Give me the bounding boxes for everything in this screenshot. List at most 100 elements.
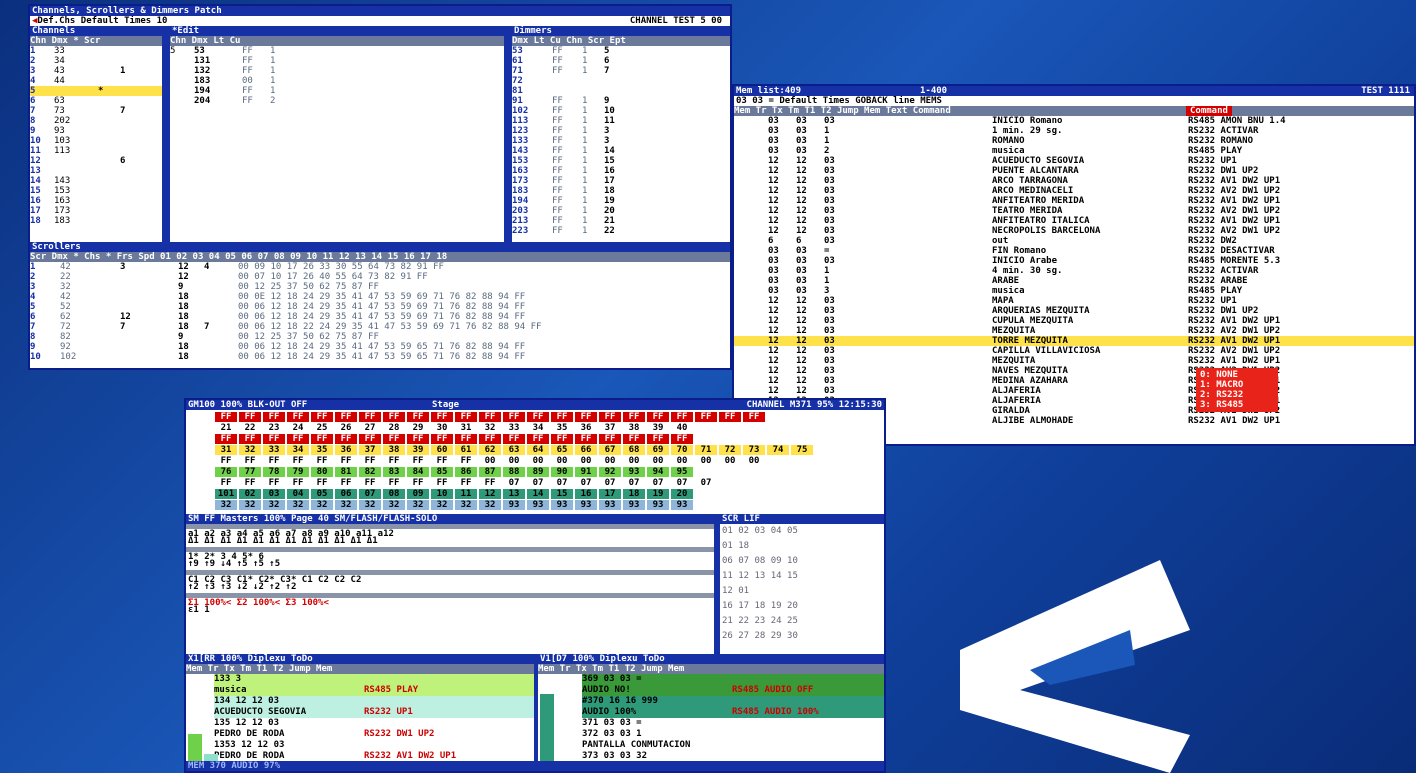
- stage-cell[interactable]: 81: [335, 467, 357, 477]
- stage-cell[interactable]: 93: [575, 500, 597, 510]
- stage-cell[interactable]: FF: [215, 478, 237, 488]
- stage-cell[interactable]: FF: [215, 412, 237, 422]
- stage-cell[interactable]: FF: [263, 456, 285, 466]
- stage-cell[interactable]: 80: [311, 467, 333, 477]
- channel-row[interactable]: 1 33: [30, 46, 162, 56]
- edit-row[interactable]: 131 FF 1: [170, 56, 504, 66]
- channel-row[interactable]: 17 173: [30, 206, 162, 216]
- stage-cell[interactable]: 07: [551, 478, 573, 488]
- stage-cell[interactable]: FF: [287, 412, 309, 422]
- stage-cell[interactable]: FF: [575, 412, 597, 422]
- stage-cell[interactable]: FF: [647, 412, 669, 422]
- scroller-row[interactable]: 6 62 12 18 00 06 12 18 24 29 35 41 47 53 59 …: [30, 312, 730, 322]
- stage-cell[interactable]: FF: [287, 478, 309, 488]
- stage-cell[interactable]: 94: [647, 467, 669, 477]
- channel-row[interactable]: 9 93: [30, 126, 162, 136]
- stage-cell[interactable]: 36: [575, 423, 597, 433]
- stage-cell[interactable]: 32: [335, 500, 357, 510]
- stage-cell[interactable]: 93: [623, 467, 645, 477]
- stage-cell[interactable]: 32: [359, 500, 381, 510]
- stage-cell[interactable]: FF: [503, 434, 525, 444]
- stage-cell[interactable]: 16: [575, 489, 597, 499]
- channel-row[interactable]: 3 43 1: [30, 66, 162, 76]
- stage-cell[interactable]: 72: [719, 445, 741, 455]
- stage-cell[interactable]: 93: [503, 500, 525, 510]
- stage-cell[interactable]: 25: [311, 423, 333, 433]
- stage-cell[interactable]: 32: [239, 500, 261, 510]
- stage-cell[interactable]: 14: [527, 489, 549, 499]
- v-playback-row[interactable]: PANTALLA CONMUTACION: [582, 740, 884, 751]
- memory-row[interactable]: 12 12 03 CAPILLA VILLAVICIOSA RS232 AV2 DW1 …: [734, 346, 1414, 356]
- stage-cell[interactable]: 32: [263, 500, 285, 510]
- x-playback-row[interactable]: ACUEDUCTO SEGOVIA RS232 UP1: [214, 707, 534, 718]
- stage-cell[interactable]: 32: [311, 500, 333, 510]
- stage-cell[interactable]: 86: [455, 467, 477, 477]
- stage-cell[interactable]: 28: [383, 423, 405, 433]
- dimmer-row[interactable]: 194 FF 1 19: [512, 196, 730, 206]
- stage-cell[interactable]: 69: [647, 445, 669, 455]
- stage-cell[interactable]: 93: [527, 500, 549, 510]
- stage-cell[interactable]: 00: [743, 456, 765, 466]
- stage-cell[interactable]: FF: [503, 412, 525, 422]
- stage-cell[interactable]: 91: [575, 467, 597, 477]
- stage-cell[interactable]: FF: [311, 434, 333, 444]
- scroller-slot-row[interactable]: 26 27 28 29 30: [722, 629, 884, 644]
- stage-cell[interactable]: 32: [455, 500, 477, 510]
- memory-row[interactable]: 12 12 03 MEZQUITA RS232 AV1 DW2 UP1: [734, 356, 1414, 366]
- stage-cell[interactable]: FF: [383, 412, 405, 422]
- stage-cell[interactable]: FF: [311, 412, 333, 422]
- stage-cell[interactable]: FF: [359, 456, 381, 466]
- channel-row[interactable]: 18 183: [30, 216, 162, 226]
- stage-cell[interactable]: 66: [575, 445, 597, 455]
- stage-cell[interactable]: 00: [479, 456, 501, 466]
- stage-cell[interactable]: 76: [215, 467, 237, 477]
- stage-cell[interactable]: FF: [287, 456, 309, 466]
- dimmer-row[interactable]: 123 FF 1 3: [512, 126, 730, 136]
- stage-cell[interactable]: FF: [719, 412, 741, 422]
- stage-cell[interactable]: FF: [647, 434, 669, 444]
- stage-cell[interactable]: 13: [503, 489, 525, 499]
- stage-cell[interactable]: FF: [431, 434, 453, 444]
- edit-row[interactable]: 194 FF 1: [170, 86, 504, 96]
- stage-cell[interactable]: 71: [695, 445, 717, 455]
- stage-cell[interactable]: 07: [647, 478, 669, 488]
- stage-cell[interactable]: FF: [383, 456, 405, 466]
- stage-cell[interactable]: 07: [671, 478, 693, 488]
- scroller-slot-row[interactable]: 21 22 23 24 25: [722, 614, 884, 629]
- x-playback-row[interactable]: 134 12 12 03: [214, 696, 534, 707]
- stage-cell[interactable]: FF: [599, 434, 621, 444]
- dimmer-row[interactable]: 133 FF 1 3: [512, 136, 730, 146]
- stage-cell[interactable]: 83: [383, 467, 405, 477]
- stage-cell[interactable]: 35: [551, 423, 573, 433]
- edit-row[interactable]: 132 FF 1: [170, 66, 504, 76]
- channel-row[interactable]: 14 143: [30, 176, 162, 186]
- scroller-slot-row[interactable]: 16 17 18 19 20: [722, 599, 884, 614]
- stage-cell[interactable]: 07: [575, 478, 597, 488]
- stage-cell[interactable]: 32: [479, 423, 501, 433]
- stage-cell[interactable]: 00: [503, 456, 525, 466]
- stage-cell[interactable]: FF: [479, 434, 501, 444]
- stage-cell[interactable]: 07: [527, 478, 549, 488]
- stage-cell[interactable]: 00: [575, 456, 597, 466]
- memory-row[interactable]: 6 6 03 out RS232 DW2: [734, 236, 1414, 246]
- channel-row[interactable]: 11 113: [30, 146, 162, 156]
- stage-cell[interactable]: 90: [551, 467, 573, 477]
- stage-cell[interactable]: FF: [407, 412, 429, 422]
- stage-cell[interactable]: FF: [431, 456, 453, 466]
- scroller-slot-row[interactable]: 12 01: [722, 584, 884, 599]
- v-playback-row[interactable]: 372 03 03 1: [582, 729, 884, 740]
- scroller-row[interactable]: 7 72 7 18 7 00 06 12 18 22 24 29 35 41 47 53 …: [30, 322, 730, 332]
- stage-cell[interactable]: 75: [791, 445, 813, 455]
- command-popup[interactable]: 0: NONE 1: MACRO 2: RS232 3: RS485: [1196, 368, 1278, 412]
- stage-cell[interactable]: 39: [407, 445, 429, 455]
- stage-cell[interactable]: 32: [431, 500, 453, 510]
- memory-row[interactable]: 03 03 1 ROMANO RS232 ROMANO: [734, 136, 1414, 146]
- stage-cell[interactable]: 73: [743, 445, 765, 455]
- memory-row[interactable]: 12 12 03 TEATRO MERIDA RS232 AV2 DW1 UP2: [734, 206, 1414, 216]
- stage-cell[interactable]: 39: [647, 423, 669, 433]
- memory-row[interactable]: 12 12 03 ANFITEATRO ITALICA RS232 AV1 DW2 UP…: [734, 216, 1414, 226]
- stage-cell[interactable]: 74: [767, 445, 789, 455]
- stage-cell[interactable]: FF: [335, 478, 357, 488]
- master-row[interactable]: Δ1 Δ1 Δ1 Δ1 Δ1 Δ1 Δ1 Δ1 Δ1 Δ1 Δ1 Δ1: [186, 536, 714, 547]
- dimmer-row[interactable]: 53 FF 1 5: [512, 46, 730, 56]
